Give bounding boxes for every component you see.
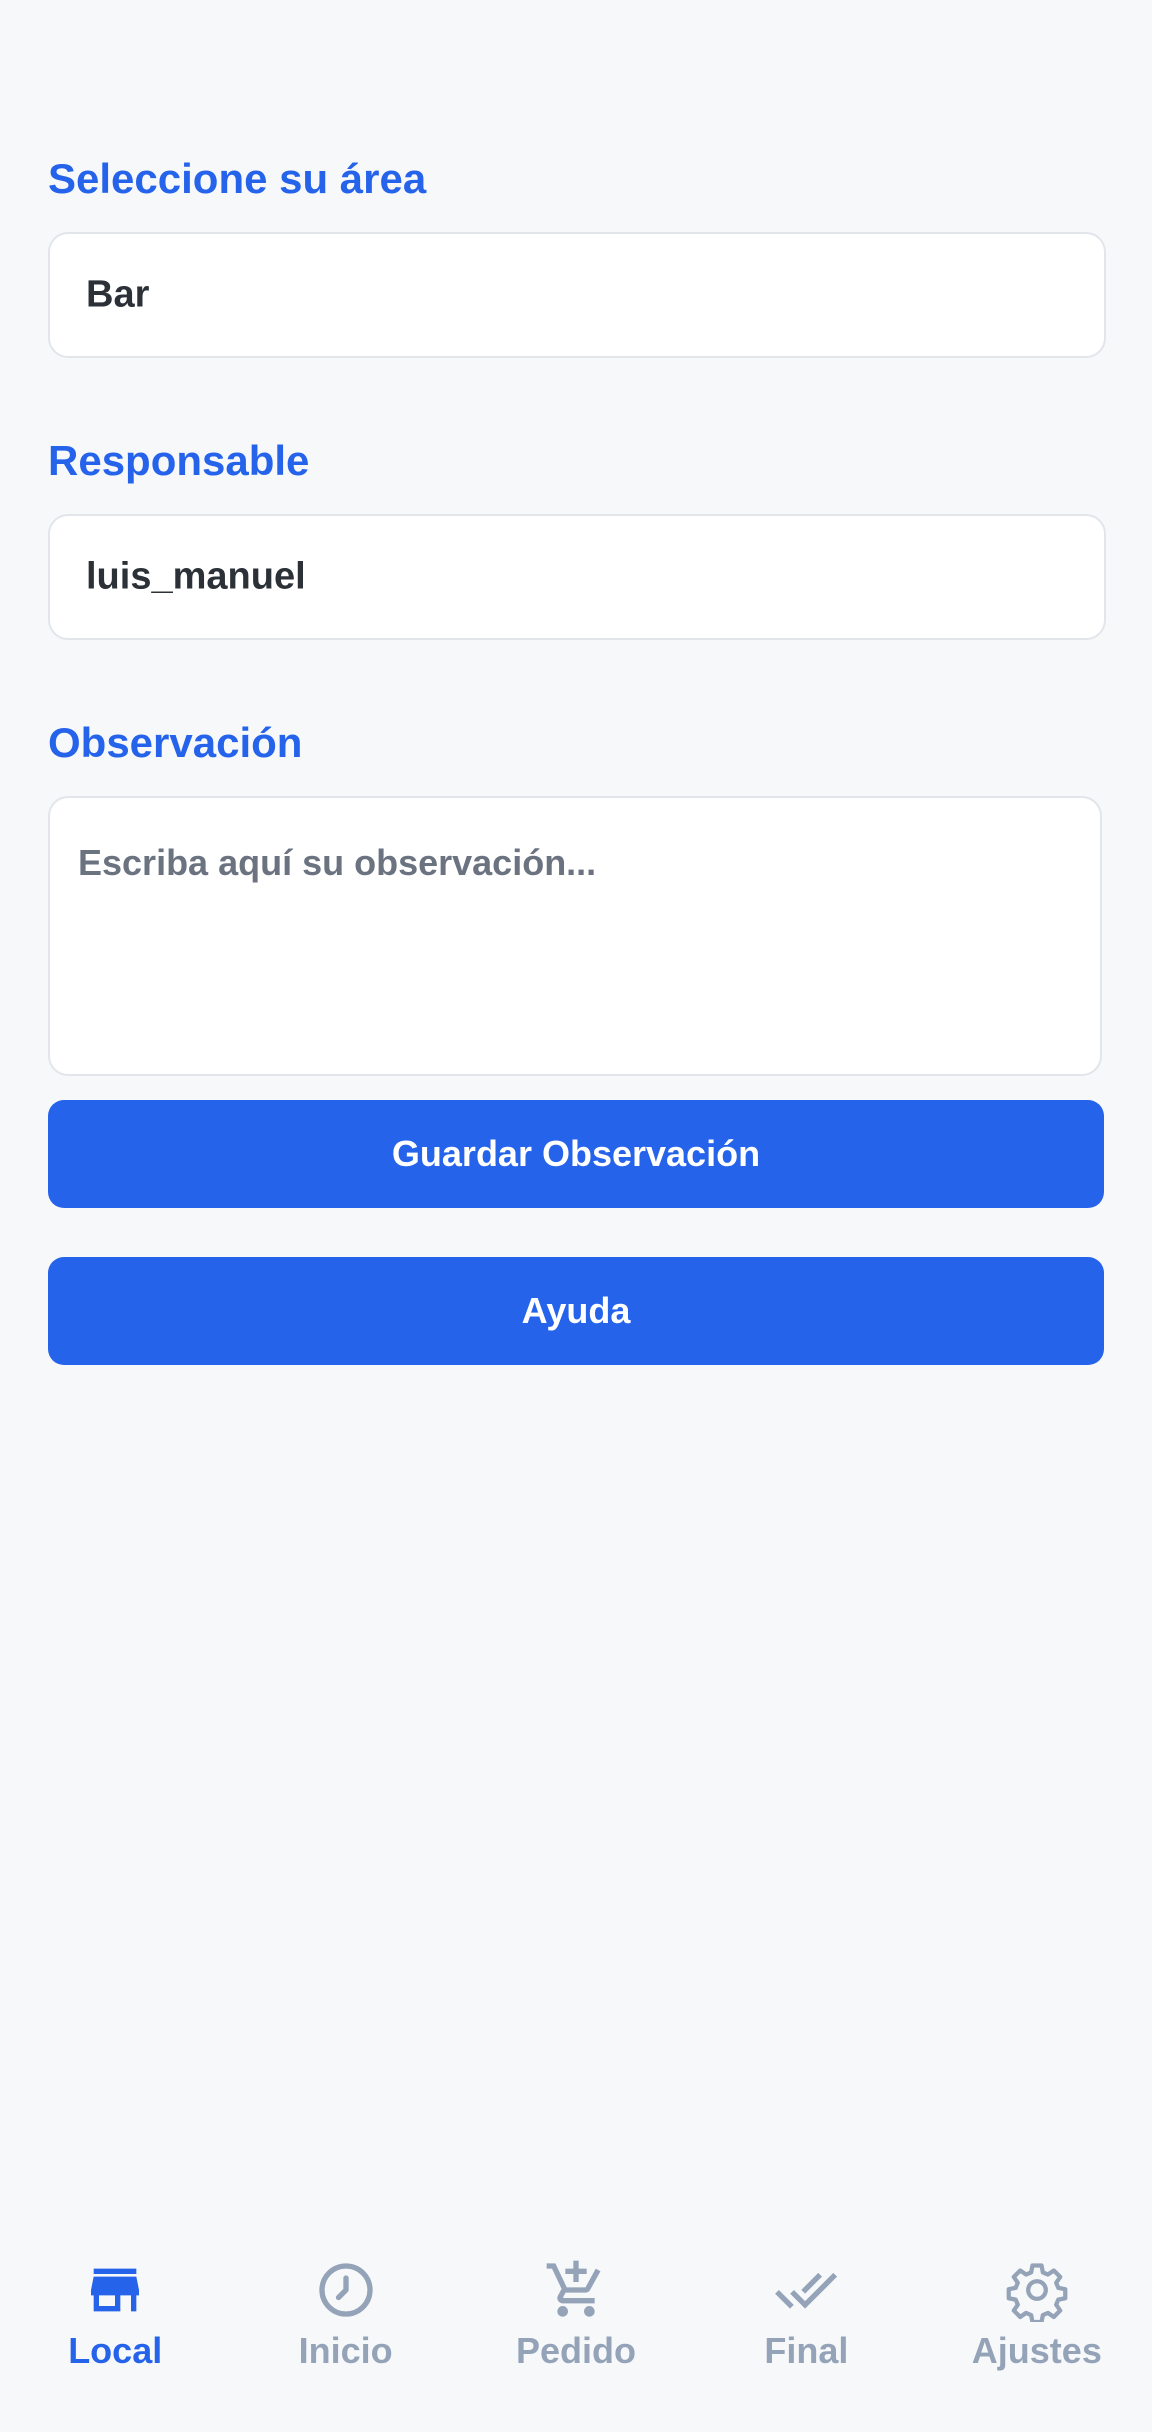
- nav-label-inicio: Inicio: [298, 2330, 393, 2371]
- observacion-textarea[interactable]: [48, 796, 1102, 1076]
- help-button[interactable]: Ayuda: [48, 1257, 1104, 1365]
- store-icon: [83, 2258, 147, 2322]
- clock-icon: [314, 2258, 378, 2322]
- area-label: Seleccione su área: [48, 155, 427, 202]
- nav-item-ajustes[interactable]: Ajustes: [922, 2234, 1152, 2432]
- responsable-label: Responsable: [48, 437, 310, 484]
- double-check-icon: [774, 2258, 838, 2322]
- bottom-nav: Local Inicio Pedido Final Ajustes: [0, 2234, 1152, 2432]
- responsable-value: luis_manuel: [86, 555, 306, 598]
- nav-item-pedido[interactable]: Pedido: [461, 2234, 691, 2432]
- area-value: Bar: [86, 273, 150, 316]
- nav-label-final: Final: [764, 2330, 849, 2371]
- save-observation-button[interactable]: Guardar Observación: [48, 1100, 1104, 1208]
- nav-label-local: Local: [68, 2330, 163, 2371]
- nav-item-local[interactable]: Local: [0, 2234, 230, 2432]
- gear-icon: [1005, 2258, 1069, 2322]
- nav-item-inicio[interactable]: Inicio: [230, 2234, 460, 2432]
- observacion-label: Observación: [48, 719, 303, 766]
- nav-item-final[interactable]: Final: [691, 2234, 921, 2432]
- cart-add-icon: [544, 2258, 608, 2322]
- responsable-field[interactable]: luis_manuel: [48, 514, 1106, 640]
- nav-label-pedido: Pedido: [516, 2330, 637, 2371]
- area-select[interactable]: Bar: [48, 232, 1106, 358]
- nav-label-ajustes: Ajustes: [971, 2330, 1102, 2371]
